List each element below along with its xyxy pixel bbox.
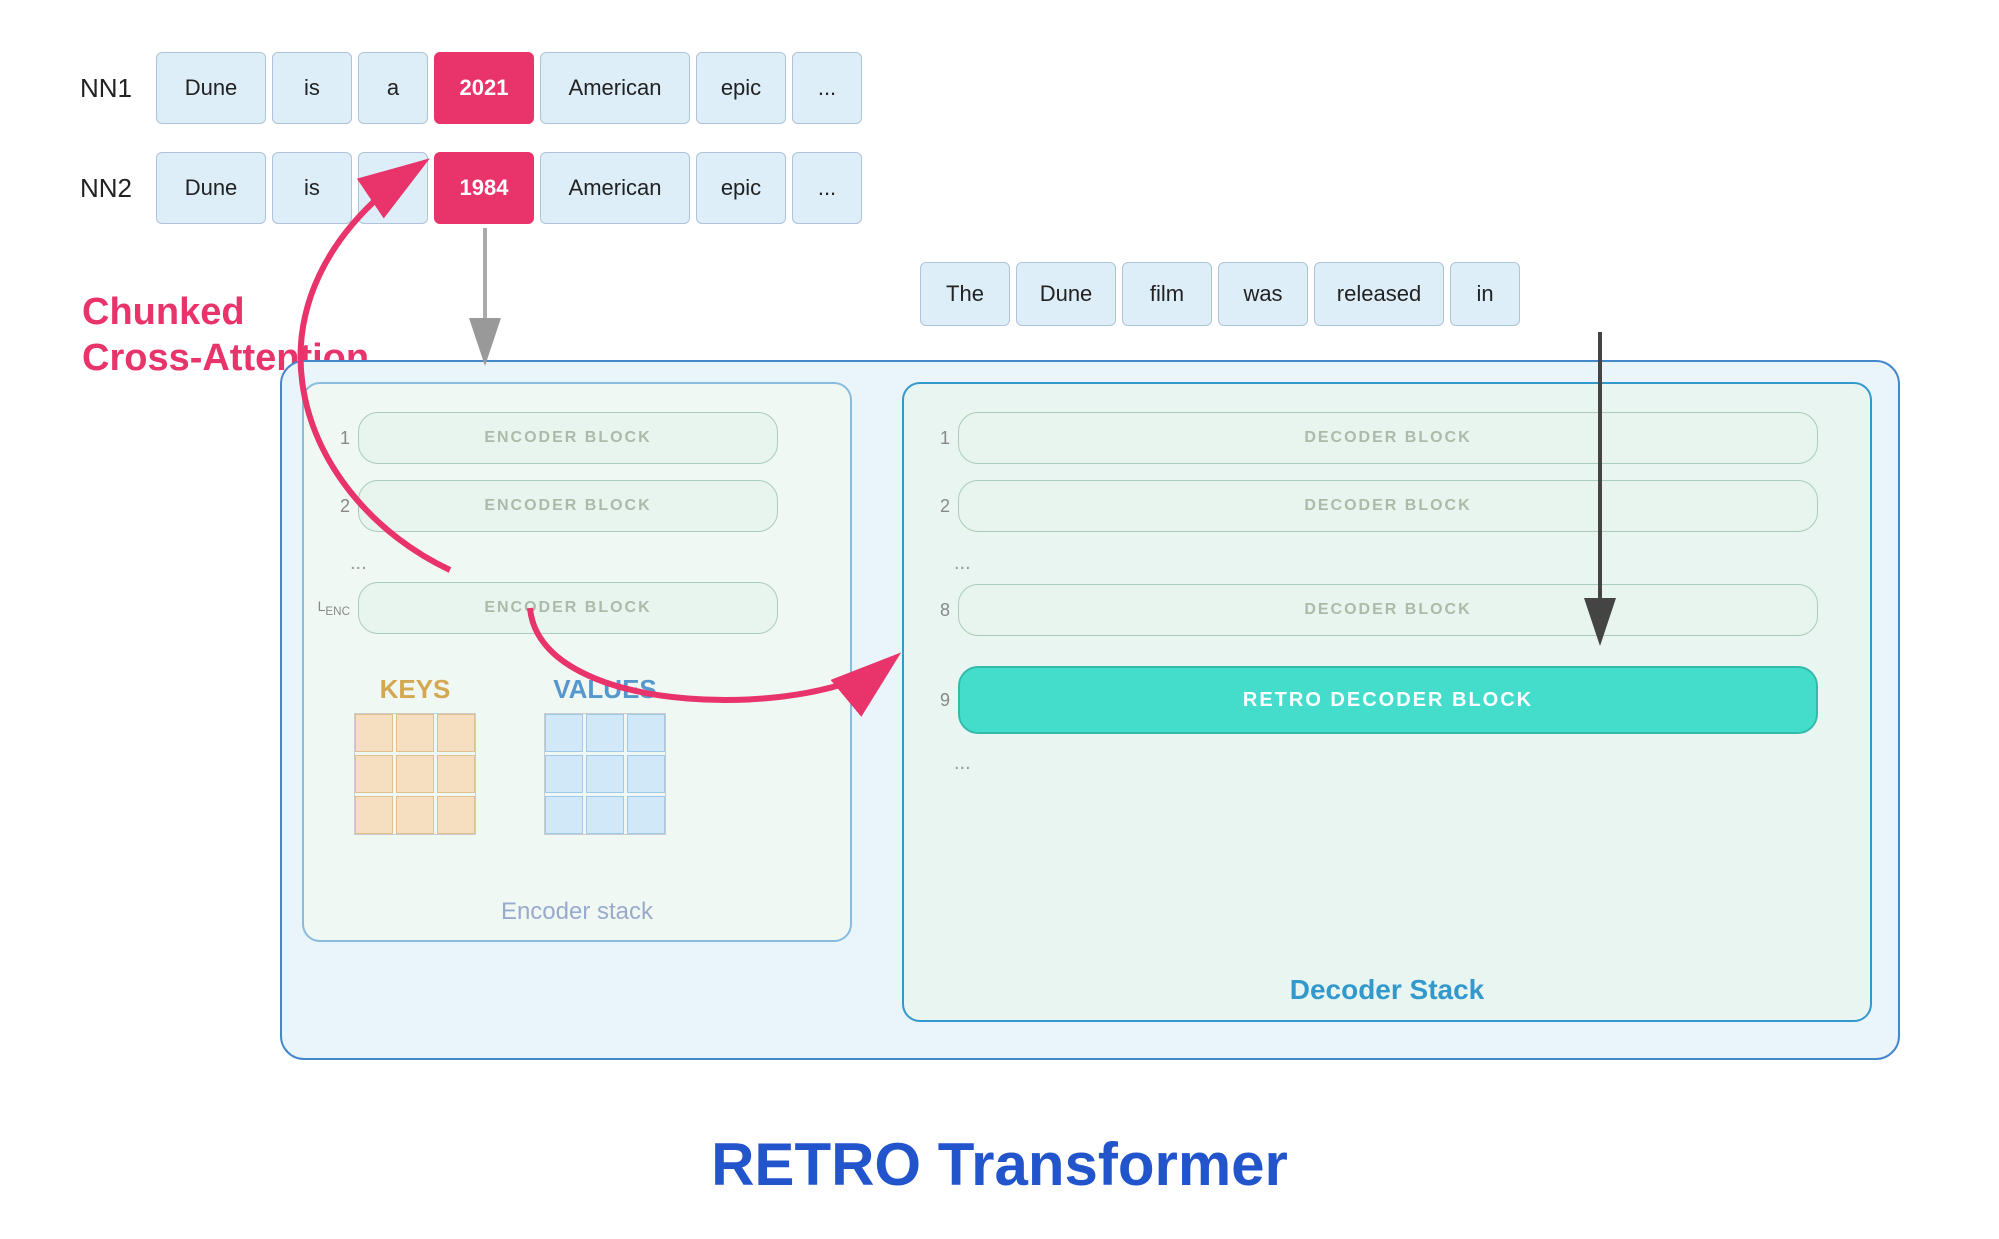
query-token-4: released: [1314, 262, 1444, 326]
decoder-block-1-number: 1: [914, 428, 950, 449]
decoder-block-8-number: 8: [914, 600, 950, 621]
nn2-token-3: 1984: [434, 152, 534, 224]
decoder-dots: ...: [954, 552, 971, 575]
nn1-token-2: a: [358, 52, 428, 124]
decoder-stack-label: Decoder Stack: [904, 974, 1870, 1006]
encoder-block-2-row: 2 ENCODER BLOCK: [314, 480, 778, 532]
nn2-label: NN2: [80, 173, 140, 204]
retro-block-row: 9 RETRO DECODER BLOCK: [914, 666, 1818, 734]
diagram-container: NN1 Dune is a 2021 American epic ... NN2…: [0, 0, 1999, 1239]
nn2-token-5: epic: [696, 152, 786, 224]
encoder-box: 1 ENCODER BLOCK 2 ENCODER BLOCK ... LENC…: [302, 382, 852, 942]
encoder-block-1: ENCODER BLOCK: [358, 412, 778, 464]
nn1-token-4: American: [540, 52, 690, 124]
query-token-0: The: [920, 262, 1010, 326]
decoder-block-8: DECODER BLOCK: [958, 584, 1818, 636]
nn2-row: NN2 Dune is a 1984 American epic ...: [80, 152, 862, 224]
decoder-block-1-row: 1 DECODER BLOCK: [914, 412, 1818, 464]
decoder-block-2: DECODER BLOCK: [958, 480, 1818, 532]
decoder-box: 1 DECODER BLOCK 2 DECODER BLOCK ... 8 DE…: [902, 382, 1872, 1022]
decoder-block-1: DECODER BLOCK: [958, 412, 1818, 464]
encoder-block-1-row: 1 ENCODER BLOCK: [314, 412, 778, 464]
query-row: The Dune film was released in: [920, 262, 1520, 326]
retro-block-number: 9: [914, 690, 950, 711]
query-token-2: film: [1122, 262, 1212, 326]
encoder-block-lenc-number: LENC: [314, 598, 350, 618]
query-token-1: Dune: [1016, 262, 1116, 326]
nn1-row: NN1 Dune is a 2021 American epic ...: [80, 52, 862, 124]
nn1-token-3: 2021: [434, 52, 534, 124]
encoder-block-lenc: ENCODER BLOCK: [358, 582, 778, 634]
nn2-token-4: American: [540, 152, 690, 224]
values-grid: [544, 713, 666, 835]
keys-label: KEYS: [354, 674, 476, 705]
query-token-3: was: [1218, 262, 1308, 326]
retro-title: RETRO Transformer: [0, 1130, 1999, 1199]
decoder-block-2-row: 2 DECODER BLOCK: [914, 480, 1818, 532]
nn1-token-6: ...: [792, 52, 862, 124]
encoder-block-2-number: 2: [314, 496, 350, 517]
nn2-token-1: is: [272, 152, 352, 224]
values-label: VALUES: [544, 674, 666, 705]
encoder-block-2: ENCODER BLOCK: [358, 480, 778, 532]
encoder-stack-label: Encoder stack: [304, 898, 850, 926]
query-token-5: in: [1450, 262, 1520, 326]
nn2-token-2: a: [358, 152, 428, 224]
encoder-block-1-number: 1: [314, 428, 350, 449]
decoder-dots-below: ...: [954, 752, 971, 775]
decoder-block-8-row: 8 DECODER BLOCK: [914, 584, 1818, 636]
nn2-token-0: Dune: [156, 152, 266, 224]
nn1-token-1: is: [272, 52, 352, 124]
main-outer-box: 1 ENCODER BLOCK 2 ENCODER BLOCK ... LENC…: [280, 360, 1900, 1060]
nn1-label: NN1: [80, 73, 140, 104]
keys-grid: [354, 713, 476, 835]
nn2-token-6: ...: [792, 152, 862, 224]
retro-decoder-block: RETRO DECODER BLOCK: [958, 666, 1818, 734]
keys-section: KEYS: [354, 674, 476, 835]
nn1-token-5: epic: [696, 52, 786, 124]
encoder-block-lenc-row: LENC ENCODER BLOCK: [314, 582, 778, 634]
values-section: VALUES: [544, 674, 666, 835]
decoder-block-2-number: 2: [914, 496, 950, 517]
encoder-dots: ...: [350, 552, 367, 575]
nn1-token-0: Dune: [156, 52, 266, 124]
